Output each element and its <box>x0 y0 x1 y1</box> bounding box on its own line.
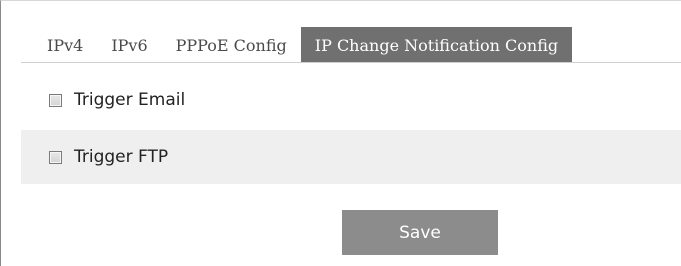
trigger-ftp-label: Trigger FTP <box>74 147 169 167</box>
settings-panel: IPv4 IPv6 PPPoE Config IP Change Notific… <box>0 0 681 266</box>
trigger-ftp-row: Trigger FTP <box>21 130 681 184</box>
trigger-email-row: Trigger Email <box>21 73 681 127</box>
tab-ipv4[interactable]: IPv4 <box>21 27 97 63</box>
tab-pppoe-config[interactable]: PPPoE Config <box>162 27 301 63</box>
trigger-email-checkbox[interactable] <box>49 93 62 107</box>
save-button[interactable]: Save <box>342 210 498 255</box>
tab-ip-change-notification-config[interactable]: IP Change Notification Config <box>300 27 573 63</box>
tab-bar: IPv4 IPv6 PPPoE Config IP Change Notific… <box>21 27 573 63</box>
trigger-email-label: Trigger Email <box>74 90 186 110</box>
tab-ipv6[interactable]: IPv6 <box>97 27 161 63</box>
tab-underline <box>21 62 681 63</box>
trigger-ftp-checkbox[interactable] <box>49 150 62 164</box>
